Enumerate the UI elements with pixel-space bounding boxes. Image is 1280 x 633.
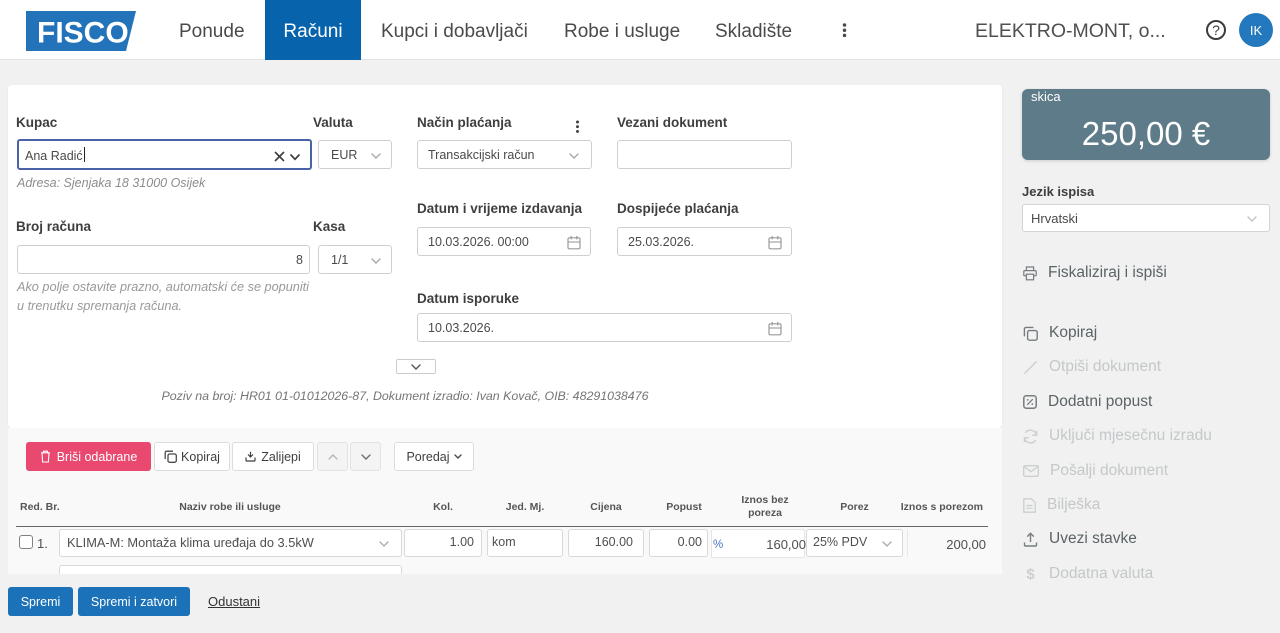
svg-text:FISCO: FISCO bbox=[37, 17, 129, 50]
